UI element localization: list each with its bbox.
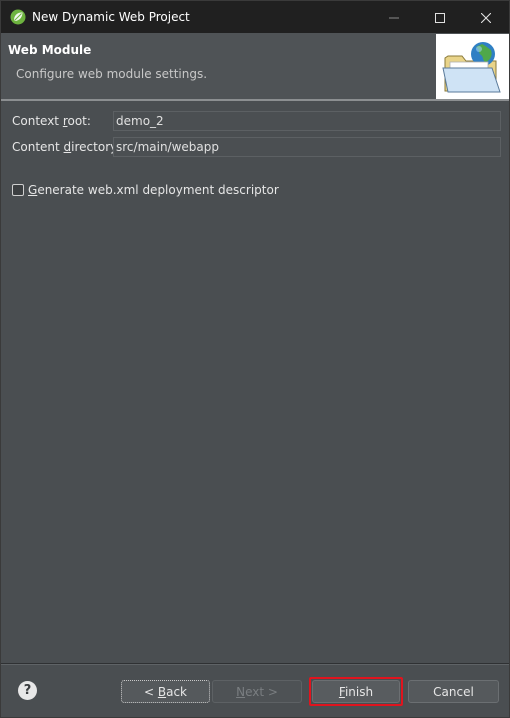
context-root-input[interactable] — [113, 111, 501, 131]
window-title: New Dynamic Web Project — [32, 10, 190, 24]
generate-webxml-checkbox[interactable] — [12, 184, 24, 196]
help-icon: ? — [23, 683, 32, 698]
back-button-label: < Back — [143, 684, 187, 699]
close-button[interactable] — [463, 1, 509, 33]
generate-webxml-label[interactable]: Generate web.xml deployment descriptor — [28, 183, 279, 197]
banner-separator — [1, 99, 509, 101]
minimize-icon — [389, 8, 399, 27]
context-root-label: Context root: — [12, 114, 91, 128]
content-directory-label: Content directory: — [12, 140, 121, 154]
next-button-label: Next > — [236, 684, 278, 699]
page-title: Web Module — [8, 43, 92, 57]
maximize-icon — [435, 8, 445, 27]
close-icon — [480, 8, 492, 27]
cancel-button[interactable]: Cancel — [408, 680, 499, 703]
title-bar: New Dynamic Web Project — [1, 1, 509, 33]
next-button[interactable]: Next > — [212, 680, 302, 703]
help-button[interactable]: ? — [18, 681, 37, 700]
finish-button[interactable]: Finish — [312, 680, 400, 703]
maximize-button[interactable] — [417, 1, 463, 33]
banner-image — [436, 34, 509, 99]
back-button[interactable]: < Back — [121, 680, 210, 703]
wizard-banner: Web Module Configure web module settings… — [1, 33, 509, 99]
minimize-button[interactable] — [371, 1, 417, 33]
cancel-button-label: Cancel — [433, 684, 474, 699]
spring-leaf-icon — [10, 9, 26, 25]
dialog-window: New Dynamic Web Project Web Module Confi… — [0, 0, 510, 718]
content-directory-input[interactable] — [113, 137, 501, 157]
finish-button-label: Finish — [338, 684, 374, 699]
page-description: Configure web module settings. — [16, 67, 208, 81]
bottom-separator-highlight — [1, 664, 509, 665]
